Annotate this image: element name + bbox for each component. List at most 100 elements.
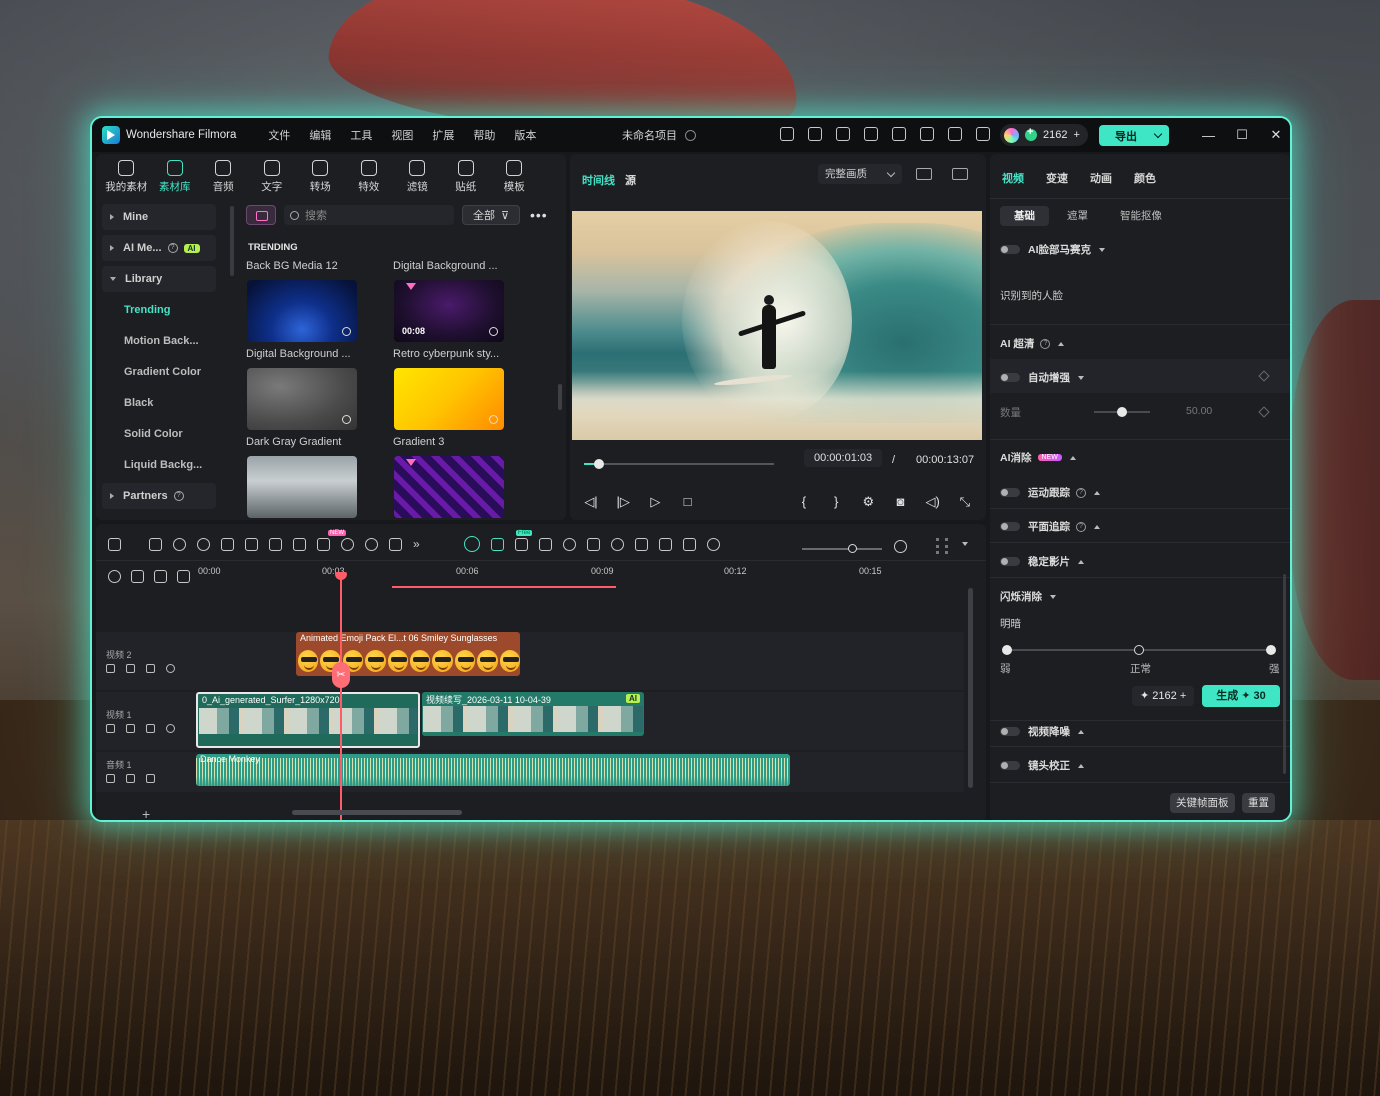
menu-tools[interactable]: 工具 (350, 127, 391, 143)
microphone-icon[interactable] (610, 537, 624, 551)
credit-balance[interactable]: ✦ 2162 + (1132, 686, 1195, 706)
ai-sparkle-icon[interactable] (836, 127, 850, 141)
video-preview[interactable] (572, 211, 982, 440)
playback-scrubber[interactable] (584, 459, 774, 469)
replace-icon[interactable] (658, 537, 672, 551)
more-options-icon[interactable]: ••• (530, 207, 548, 223)
properties-scrollbar[interactable] (1283, 574, 1286, 774)
mark-in-icon[interactable]: { (795, 494, 813, 510)
grid-view-icon[interactable] (916, 168, 932, 180)
split-icon[interactable] (245, 537, 258, 551)
ai-copilot-icon[interactable] (463, 536, 480, 552)
asset-thumbnail[interactable] (394, 368, 504, 430)
speed-icon[interactable] (341, 537, 354, 551)
asset-thumbnail[interactable] (247, 280, 357, 342)
track-height-icon[interactable] (936, 538, 948, 554)
timeline-ruler[interactable]: 00:00 00:03 00:06 00:09 00:12 00:15 (198, 564, 968, 588)
save-icon[interactable] (892, 127, 906, 141)
stabilization-toggle[interactable] (1000, 557, 1020, 566)
download-icon[interactable] (489, 327, 498, 336)
headset-icon[interactable] (948, 127, 962, 141)
help-icon[interactable]: ? (1040, 338, 1051, 349)
keyframe-panel-button[interactable]: 关键帧面板 (1170, 793, 1235, 813)
play-slow-icon[interactable]: |▷ (614, 494, 632, 510)
chevron-down-icon[interactable] (1078, 375, 1084, 380)
amount-slider-handle[interactable] (1117, 407, 1127, 417)
monitor-icon[interactable] (864, 127, 878, 141)
shield-icon[interactable] (586, 537, 600, 551)
mute-icon[interactable] (126, 774, 135, 783)
sidebar-item-partners[interactable]: Partners? (102, 483, 216, 509)
audio-clip[interactable]: Dance Monkey (196, 754, 790, 786)
tab-effects[interactable]: 特效 (345, 154, 394, 198)
zoom-handle[interactable] (848, 544, 857, 553)
tab-transitions[interactable]: 转场 (296, 154, 345, 198)
menu-edit[interactable]: 编辑 (309, 127, 350, 143)
send-icon[interactable] (808, 127, 822, 141)
add-credits-icon[interactable]: + (1073, 129, 1079, 141)
video-clip-surfer[interactable]: 0_Ai_generated_Surfer_1280x720 (196, 692, 420, 748)
sidebar-item-ai-media[interactable]: AI Me...? AI (102, 235, 216, 261)
sidebar-item-solid-color[interactable]: Solid Color (102, 421, 216, 447)
volume-icon[interactable]: ◁) (924, 494, 942, 510)
audio-edit-icon[interactable] (269, 537, 282, 551)
tab-smart-cutout[interactable]: 智能抠像 (1106, 206, 1176, 226)
lens-correction-toggle[interactable] (1000, 761, 1020, 770)
tab-video[interactable]: 视频 (1002, 170, 1024, 186)
project-name[interactable]: 未命名项目 (622, 127, 677, 143)
favorites-button[interactable] (246, 205, 276, 225)
play-icon[interactable]: ▷ (646, 494, 664, 510)
sidebar-item-mine[interactable]: Mine (102, 204, 216, 230)
magic-icon[interactable] (146, 774, 155, 783)
lock-icon[interactable] (106, 724, 115, 733)
help-icon[interactable]: ? (167, 243, 178, 253)
zoom-slider[interactable] (802, 544, 882, 553)
download-icon[interactable] (342, 327, 351, 336)
search-input[interactable]: 搜索 (284, 205, 454, 225)
maximize-button[interactable]: ☐ (1236, 127, 1248, 143)
chevron-up-icon[interactable] (1078, 763, 1084, 768)
emoji-sticker-clip[interactable]: Animated Emoji Pack El...t 06 Smiley Sun… (296, 632, 520, 676)
motion-tracking-toggle[interactable] (1000, 488, 1020, 497)
video-clip-extended[interactable]: 视频续写_2026-03-11 10-04-39 AI (422, 692, 644, 736)
planar-tracking-toggle[interactable] (1000, 522, 1020, 531)
motion-icon[interactable] (562, 537, 576, 551)
menu-version[interactable]: 版本 (514, 127, 555, 143)
menu-extensions[interactable]: 扩展 (432, 127, 473, 143)
lock-icon[interactable] (106, 774, 115, 783)
timeline-settings-icon[interactable] (108, 570, 121, 583)
download-icon[interactable] (489, 415, 498, 424)
chevron-down-icon[interactable] (962, 542, 968, 546)
download-icon[interactable] (342, 415, 351, 424)
denoise-toggle[interactable] (1000, 727, 1020, 736)
close-button[interactable]: ✕ (1270, 127, 1282, 143)
tab-timeline[interactable]: 时间线 (582, 172, 615, 188)
asset-thumbnail[interactable]: 00:08 (394, 280, 504, 342)
chevron-down-icon[interactable] (1153, 129, 1163, 139)
magic-icon[interactable] (146, 664, 155, 673)
delete-icon[interactable] (221, 537, 234, 551)
sidebar-item-trending[interactable]: Trending (102, 297, 216, 323)
tab-filters[interactable]: 滤镜 (393, 154, 442, 198)
timeline-vertical-scrollbar[interactable] (968, 588, 973, 788)
avatar[interactable] (1004, 127, 1019, 143)
credits-badge[interactable]: 2162 + (1000, 124, 1088, 146)
image-icon[interactable] (538, 537, 552, 551)
ai-face-mosaic-toggle[interactable] (1000, 245, 1020, 254)
link-icon[interactable] (154, 570, 167, 583)
tab-speed[interactable]: 变速 (1046, 170, 1068, 186)
filter-dropdown[interactable]: 全部 ⊽ (462, 205, 520, 225)
flicker-level-handle[interactable] (1134, 645, 1144, 655)
menu-view[interactable]: 视图 (391, 127, 432, 143)
chevron-up-icon[interactable] (1058, 341, 1065, 346)
scissors-icon[interactable]: ✂ (332, 662, 350, 688)
quality-dropdown[interactable]: 完整画质 (818, 164, 902, 184)
chevron-down-icon[interactable] (1099, 247, 1105, 252)
cloud-upload-icon[interactable] (920, 127, 934, 141)
flicker-level-slider[interactable] (1002, 645, 1276, 655)
render-settings-icon[interactable]: ⚙ (859, 494, 877, 510)
mute-icon[interactable] (126, 664, 135, 673)
stop-icon[interactable]: □ (679, 494, 697, 510)
tab-mask[interactable]: 遮罩 (1053, 206, 1102, 226)
auto-caption-icon[interactable] (490, 537, 504, 551)
